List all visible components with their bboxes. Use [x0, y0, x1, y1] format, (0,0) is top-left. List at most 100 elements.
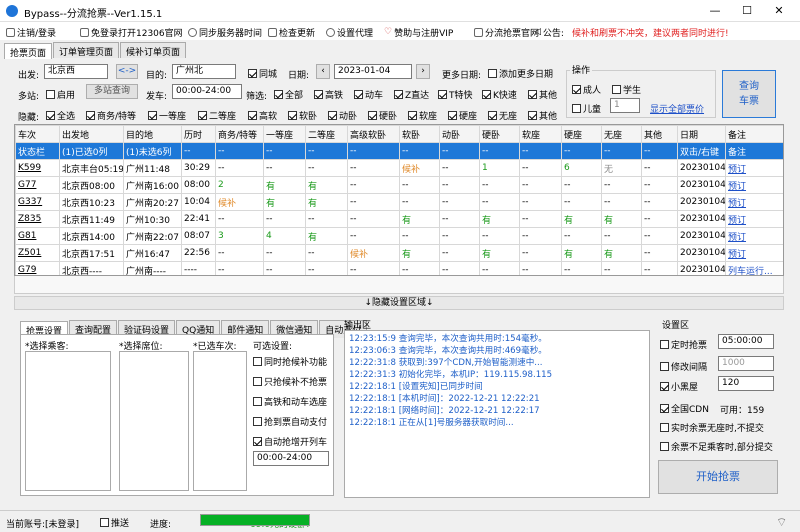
same-city-checkbox[interactable]: 同城: [248, 67, 277, 80]
opt-choose-seat[interactable]: 高铁和动车选座: [253, 395, 327, 408]
col-yingwo[interactable]: 硬卧: [479, 125, 520, 143]
table-cell[interactable]: 预订: [725, 244, 783, 262]
table-cell[interactable]: 预订: [725, 227, 783, 245]
filter-t[interactable]: T特快: [438, 88, 473, 101]
hide-business[interactable]: 商务/特等: [86, 109, 136, 122]
col-gaoruan[interactable]: 高级软卧: [347, 125, 400, 143]
filter-all[interactable]: 全部: [274, 88, 303, 101]
menu-official[interactable]: 分流抢票官网: [474, 25, 539, 39]
menu-login[interactable]: 注销/登录: [6, 25, 56, 39]
table-cell[interactable]: 预订: [725, 193, 783, 211]
student-checkbox[interactable]: 学生: [612, 83, 641, 96]
filter-k[interactable]: K快速: [482, 88, 517, 101]
hide-ruanwo[interactable]: 软卧: [288, 109, 317, 122]
grab-time-select[interactable]: 00:00-24:00: [253, 451, 329, 466]
output-log[interactable]: 12:23:15:9 查询完毕，本次查询共用时:154毫秒。 12:23:06:…: [344, 330, 650, 498]
col-business[interactable]: 商务/特等: [215, 125, 264, 143]
hide-other[interactable]: 其他: [528, 109, 557, 122]
multi-query-button[interactable]: 多站查询: [86, 84, 138, 99]
filter-gaotie[interactable]: 高铁: [314, 88, 343, 101]
close-button[interactable]: ✕: [764, 2, 794, 20]
timed-input[interactable]: 05:00:00: [718, 334, 774, 349]
table-row[interactable]: G77 北京西08:00 广州南16:00 08:00 2 有有 -- -- -- -- -- -- -…: [15, 176, 783, 194]
realtime-checkbox[interactable]: 实时余票无座时,不提交: [660, 421, 764, 434]
menu-proxy[interactable]: 设置代理: [326, 25, 373, 39]
hide-wuzuo[interactable]: 无座: [488, 109, 517, 122]
seat-list[interactable]: [119, 351, 189, 491]
start-booking-button[interactable]: 开始抢票: [658, 460, 778, 494]
col-train[interactable]: 车次: [15, 125, 60, 143]
query-tickets-button[interactable]: 查询 车票: [722, 70, 776, 118]
hide-yingwo[interactable]: 硬卧: [368, 109, 397, 122]
depart-time-select[interactable]: 00:00-24:00: [172, 84, 242, 99]
table-row[interactable]: G81 北京西14:00 广州南22:07 08:07 3 4 有 -- -- -- -- -- -- -…: [15, 227, 783, 245]
col-second[interactable]: 二等座: [305, 125, 348, 143]
adult-checkbox[interactable]: 成人: [572, 83, 601, 96]
table-cell[interactable]: 预订: [725, 210, 783, 228]
menu-check-update[interactable]: 检查更新: [268, 25, 315, 39]
tab-booking[interactable]: 抢票页面: [4, 43, 53, 59]
hide-yingzuo[interactable]: 硬座: [448, 109, 477, 122]
table-row[interactable]: G79 北京西---- 广州南---- ---- -- -- -- -- -- -- -- -- -- -…: [15, 261, 783, 275]
col-from[interactable]: 出发地: [59, 125, 124, 143]
table-row[interactable]: K599 北京丰台05:19 广州11:48 30:29 -- -- -- -- 候补 -- 1 --…: [15, 159, 783, 177]
col-first[interactable]: 一等座: [263, 125, 306, 143]
minimize-button[interactable]: —: [700, 2, 730, 20]
table-cell[interactable]: 预订: [725, 176, 783, 194]
hide-gaoruan[interactable]: 高软: [248, 109, 277, 122]
tab-waitlist-orders[interactable]: 候补订单页面: [120, 42, 187, 58]
push-checkbox[interactable]: 推送: [100, 516, 129, 529]
col-date[interactable]: 日期: [677, 125, 726, 143]
interval-input[interactable]: 1000: [718, 356, 774, 371]
col-ruanwo[interactable]: 软卧: [399, 125, 440, 143]
swap-button[interactable]: <->: [116, 64, 138, 79]
opt-autopay[interactable]: 抢到票自动支付: [253, 415, 327, 428]
hide-ruanzuo[interactable]: 软座: [408, 109, 437, 122]
from-input[interactable]: 北京西: [44, 64, 108, 79]
enable-checkbox[interactable]: 启用: [46, 88, 75, 101]
opt-extra-trains[interactable]: 自动抢增开列车: [253, 435, 327, 448]
table-cell[interactable]: 预订: [725, 159, 783, 177]
menu-vip[interactable]: ♡ 赞助与注册VIP: [384, 25, 453, 39]
passenger-list[interactable]: [25, 351, 111, 491]
tab-orders[interactable]: 订单管理页面: [53, 42, 120, 58]
table-row[interactable]: Z501 北京西17:51 广州16:47 22:56 -- -- -- 候补有 -- 有 -- 有有…: [15, 244, 783, 262]
child-checkbox[interactable]: 儿童: [572, 102, 601, 115]
opt-waitlist[interactable]: 同时抢候补功能: [253, 355, 327, 368]
opt-waitlist-only[interactable]: 只抢候补不抢票: [253, 375, 327, 388]
table-cell[interactable]: 列车运行...: [725, 261, 783, 275]
col-yingzuo[interactable]: 硬座: [561, 125, 602, 143]
hide-first[interactable]: 一等座: [148, 109, 186, 122]
show-price-link[interactable]: 显示全部票价: [650, 102, 704, 115]
prev-date-button[interactable]: ‹: [316, 64, 330, 79]
blackroom-input[interactable]: 120: [718, 376, 774, 391]
menu-notice[interactable]: ◁ 公告:: [534, 25, 564, 39]
menu-open-12306[interactable]: 免登录打开12306官网: [80, 25, 183, 39]
status-row[interactable]: 状态栏 (1)已选0列 (1)未选6列 -- -- -- -- -- -- -- -- -- -- -- -…: [15, 142, 783, 160]
filter-other[interactable]: 其他: [528, 88, 557, 101]
col-ruanzuo[interactable]: 软座: [519, 125, 562, 143]
col-to[interactable]: 目的地: [123, 125, 182, 143]
hide-dongwo[interactable]: 动卧: [328, 109, 357, 122]
menu-sync-time[interactable]: 同步服务器时间: [188, 25, 262, 39]
table-row[interactable]: Z835 北京西11:49 广州10:30 22:41 -- -- -- -- 有 -- 有 -- 有有…: [15, 210, 783, 228]
date-input[interactable]: 2023-01-04: [334, 64, 412, 79]
table-row[interactable]: G337 北京西10:23 广州南20:27 10:04 候补有有 -- -- -- -- -- -…: [15, 193, 783, 211]
to-input[interactable]: 广州北: [172, 64, 236, 79]
col-wuzuo[interactable]: 无座: [601, 125, 642, 143]
cdn-checkbox[interactable]: 全国CDN: [660, 402, 709, 415]
next-date-button[interactable]: ›: [416, 64, 430, 79]
timed-checkbox[interactable]: 定时抢票: [660, 338, 707, 351]
hide-settings-toggle[interactable]: ↓隐藏设置区域↓: [14, 296, 784, 310]
col-other[interactable]: 其他: [641, 125, 678, 143]
filter-dongche[interactable]: 动车: [354, 88, 383, 101]
col-remark[interactable]: 备注: [725, 125, 783, 143]
interval-checkbox[interactable]: 修改间隔: [660, 360, 707, 373]
col-dongwo[interactable]: 动卧: [439, 125, 480, 143]
blackroom-checkbox[interactable]: 小黑屋: [660, 380, 698, 393]
col-duration[interactable]: 历时: [181, 125, 216, 143]
hide-second[interactable]: 二等座: [198, 109, 236, 122]
child-count-stepper[interactable]: 1: [610, 98, 640, 113]
selected-trains-list[interactable]: [193, 351, 247, 491]
filter-z[interactable]: Z直达: [394, 88, 429, 101]
